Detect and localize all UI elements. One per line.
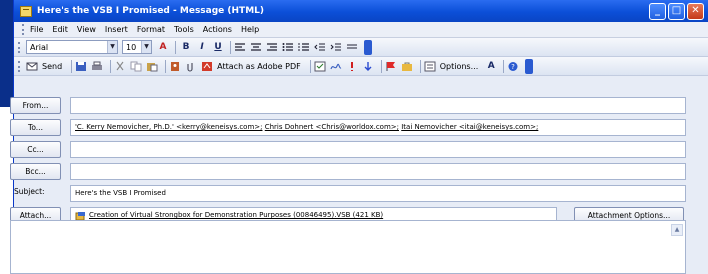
svg-text:?: ? <box>511 63 515 71</box>
subject-label: Subject: <box>14 187 45 196</box>
print-icon[interactable] <box>91 61 103 72</box>
chevron-down-icon: ▼ <box>107 41 117 53</box>
decrease-indent-icon[interactable] <box>314 42 326 53</box>
from-button[interactable]: From... <box>10 97 61 114</box>
attach-file-icon[interactable] <box>185 61 197 72</box>
bold-button[interactable]: B <box>179 40 193 54</box>
italic-button[interactable]: I <box>195 40 209 54</box>
standard-toolbar: Send Attach as Adobe PDF Options... A ? <box>14 57 708 76</box>
subject-row: Subject: Here's the VSB I Promised <box>10 184 686 203</box>
font-name-select[interactable]: Arial ▼ <box>26 40 118 54</box>
recipient[interactable]: 'C. Kerry Nemovicher, Ph.D.' <kerry@kene… <box>75 123 263 131</box>
maximize-button[interactable]: □ <box>668 3 685 20</box>
attachment-file-icon <box>75 211 85 220</box>
follow-up-flag-icon[interactable] <box>385 61 397 72</box>
toolbar-grip-icon[interactable] <box>18 60 21 72</box>
toolbar-separator <box>503 59 505 73</box>
toolbar-separator <box>309 59 311 73</box>
toolbar-separator <box>110 59 112 73</box>
formatting-toolbar: Arial ▼ 10 ▼ A B I U <box>14 38 708 57</box>
toolbar-grip-icon[interactable] <box>18 41 21 53</box>
send-label: Send <box>42 61 63 71</box>
bcc-button[interactable]: Bcc... <box>10 163 61 180</box>
message-window: Here's the VSB I Promised - Message (HTM… <box>10 0 708 274</box>
signature-icon[interactable] <box>330 61 342 72</box>
attach-as-adobe-pdf-button[interactable]: Attach as Adobe PDF <box>217 62 301 71</box>
menu-insert[interactable]: Insert <box>105 25 128 34</box>
chevron-down-icon: ▼ <box>141 41 151 53</box>
menu-edit[interactable]: Edit <box>52 25 68 34</box>
low-importance-icon[interactable] <box>362 61 374 72</box>
envelope-icon <box>20 5 32 17</box>
increase-indent-icon[interactable] <box>330 42 342 53</box>
to-field[interactable]: 'C. Kerry Nemovicher, Ph.D.' <kerry@kene… <box>70 119 686 136</box>
recipient[interactable]: Itai Nemovicher <itai@keneisys.com>; <box>401 123 538 131</box>
save-icon[interactable] <box>75 61 87 72</box>
to-button[interactable]: To... <box>10 119 61 136</box>
from-row: From... <box>10 96 686 115</box>
window-controls: _ □ ✕ <box>649 3 704 20</box>
to-row: To... 'C. Kerry Nemovicher, Ph.D.' <kerr… <box>10 118 686 137</box>
title-bar: Here's the VSB I Promised - Message (HTM… <box>14 0 708 22</box>
font-name-value: Arial <box>30 42 49 52</box>
background-window-edge <box>0 0 13 107</box>
menu-help[interactable]: Help <box>241 25 259 34</box>
minimize-button[interactable]: _ <box>649 3 666 20</box>
font-size-select[interactable]: 10 ▼ <box>122 40 152 54</box>
subject-field[interactable]: Here's the VSB I Promised <box>70 185 686 202</box>
bullet-list-icon[interactable] <box>282 42 294 53</box>
toolbar-separator <box>230 40 231 54</box>
align-left-icon[interactable] <box>234 42 246 53</box>
send-icon <box>26 62 38 70</box>
message-header-form: From... To... 'C. Kerry Nemovicher, Ph.D… <box>10 96 686 228</box>
scroll-up-icon[interactable]: ▲ <box>671 224 683 236</box>
bcc-field[interactable] <box>70 163 686 180</box>
numbered-list-icon[interactable] <box>298 42 310 53</box>
adobe-pdf-icon <box>202 61 213 71</box>
options-label: Options... <box>439 61 479 71</box>
horizontal-line-icon[interactable] <box>346 42 358 53</box>
align-right-icon[interactable] <box>266 42 278 53</box>
bcc-row: Bcc... <box>10 162 686 181</box>
cc-button[interactable]: Cc... <box>10 141 61 158</box>
menu-view[interactable]: View <box>77 25 96 34</box>
close-button[interactable]: ✕ <box>687 3 704 20</box>
send-button[interactable]: Send <box>26 61 62 72</box>
message-body[interactable]: ▲ <box>10 220 686 274</box>
menu-format[interactable]: Format <box>137 25 165 34</box>
menu-bar: File Edit View Insert Format Tools Actio… <box>14 22 708 38</box>
paste-icon[interactable] <box>146 61 158 72</box>
toolbar-overflow-icon[interactable] <box>364 39 372 55</box>
align-center-icon[interactable] <box>250 42 262 53</box>
toolbar-separator <box>165 59 167 73</box>
check-names-icon[interactable] <box>314 61 326 72</box>
toolbar-overflow-icon[interactable] <box>525 58 534 74</box>
address-book-icon[interactable] <box>169 61 181 72</box>
toolbar-separator <box>419 59 421 73</box>
cut-icon[interactable] <box>114 61 126 72</box>
font-color-button[interactable]: A <box>156 40 170 54</box>
toolbar-separator <box>175 40 176 54</box>
toolbar-grip-icon[interactable] <box>22 24 25 35</box>
options-button[interactable]: Options... <box>424 61 479 72</box>
toolbar-separator <box>380 59 382 73</box>
font-size-value: 10 <box>126 42 137 52</box>
recipient[interactable]: Chris Dohnert <Chris@worldox.com>; <box>265 123 399 131</box>
permission-icon[interactable] <box>401 61 413 72</box>
toolbar-separator <box>71 59 73 73</box>
options-icon <box>424 61 436 71</box>
cc-field[interactable] <box>70 141 686 158</box>
menu-actions[interactable]: Actions <box>203 25 232 34</box>
from-field[interactable] <box>70 97 686 114</box>
menu-tools[interactable]: Tools <box>174 25 194 34</box>
menu-file[interactable]: File <box>30 25 43 34</box>
high-importance-icon[interactable] <box>346 61 358 72</box>
window-title: Here's the VSB I Promised - Message (HTM… <box>37 6 264 16</box>
underline-button[interactable]: U <box>211 40 225 54</box>
help-icon[interactable]: ? <box>507 61 519 72</box>
font-format-button[interactable]: A <box>484 59 498 73</box>
copy-icon[interactable] <box>130 61 142 72</box>
cc-row: Cc... <box>10 140 686 159</box>
